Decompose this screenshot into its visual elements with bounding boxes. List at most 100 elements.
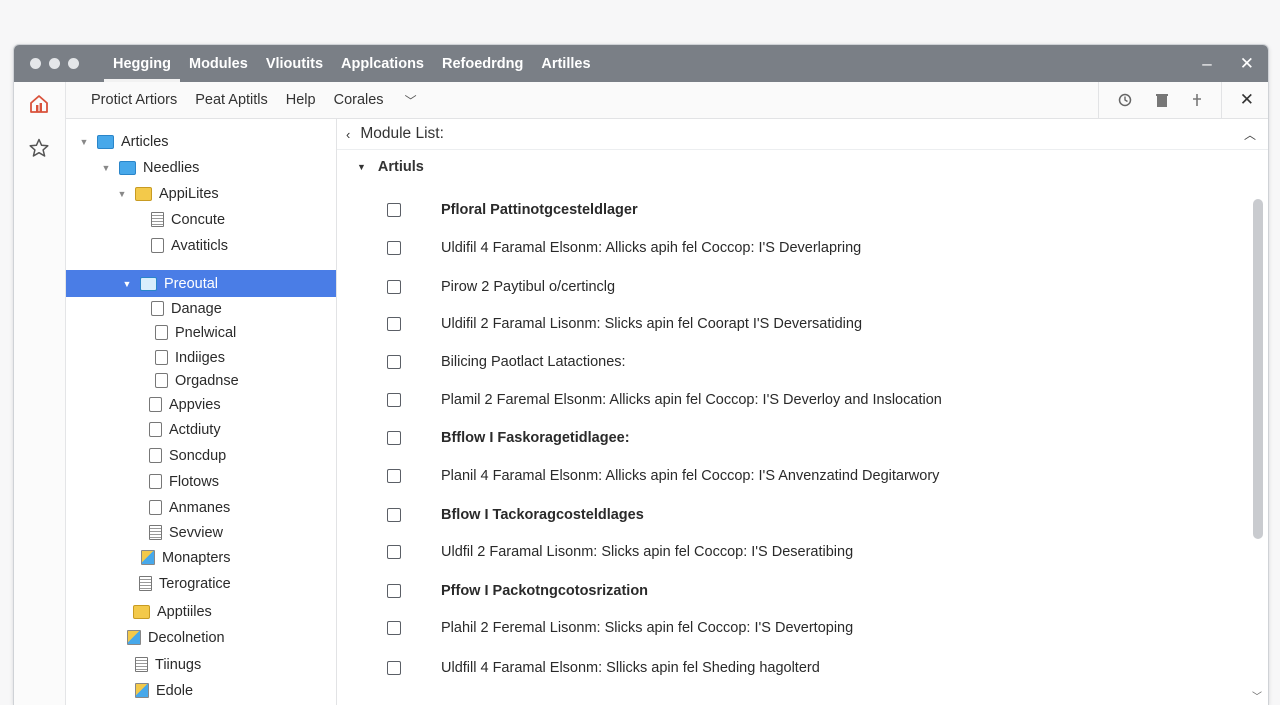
sidebar-item-indiiges[interactable]: Indiiges: [66, 345, 336, 370]
file-icon: [149, 448, 162, 463]
row-checkbox[interactable]: [387, 584, 401, 598]
sidebar-item-danage[interactable]: Danage: [66, 296, 336, 321]
menu-bar: Protict Artiors Peat Aptitls Help Corale…: [82, 92, 417, 109]
scrollbar[interactable]: [1252, 199, 1264, 539]
refresh-icon[interactable]: [1117, 92, 1133, 108]
sidebar-item-label: Orgadnse: [175, 372, 239, 389]
tree-twisty-icon[interactable]: ▼: [116, 189, 128, 199]
menu-item-peat-aptitls[interactable]: Peat Aptitls: [186, 92, 277, 108]
package-icon: [141, 550, 155, 565]
sidebar-item-appilites[interactable]: ▼ AppiLites: [66, 181, 336, 206]
sidebar-item-tiinugs[interactable]: Tiinugs: [66, 652, 336, 677]
sidebar-item-label: Preoutal: [164, 275, 219, 292]
sidebar-item-actdiuty[interactable]: Actdiuty: [66, 417, 336, 442]
window-close-dot[interactable]: [30, 58, 41, 69]
tree-twisty-icon[interactable]: ▼: [78, 137, 90, 147]
trash-icon[interactable]: [1155, 92, 1169, 108]
list-item: Pirow 2 Paytibul o/certinclg: [387, 274, 615, 300]
list-item-label: Uldfill 4 Faramal Elsonm: Sllicks apin f…: [441, 660, 820, 676]
folder-icon: [97, 134, 114, 149]
sidebar-item-label: Apptiiles: [157, 603, 212, 620]
sidebar-item-articles[interactable]: ▼ Articles: [66, 129, 336, 154]
file-icon: [155, 350, 168, 365]
row-checkbox[interactable]: [387, 661, 401, 675]
sidebar-item-label: Terograticе: [159, 575, 231, 592]
folder-icon: [135, 186, 152, 201]
toolbar-close-icon[interactable]: ✕: [1222, 90, 1268, 110]
pin-icon[interactable]: [1191, 92, 1203, 108]
list-item: Pfloral Pattinotgcesteldlager: [387, 197, 638, 223]
main-panel: ‹ Module List: ︿ ▼ Artiuls Pfloral Patti…: [337, 119, 1268, 705]
sidebar-item-monapters[interactable]: Monapters: [66, 545, 336, 570]
sidebar-item-flotows[interactable]: Flotows: [66, 469, 336, 494]
star-icon[interactable]: [28, 137, 50, 159]
tab-applcations[interactable]: Applcations: [332, 45, 433, 82]
row-checkbox[interactable]: [387, 241, 401, 255]
back-chevron-icon[interactable]: ‹: [346, 127, 350, 142]
tab-modules[interactable]: Modules: [180, 45, 257, 82]
row-checkbox[interactable]: [387, 469, 401, 483]
row-checkbox[interactable]: [387, 393, 401, 407]
sidebar-item-label: Indiiges: [175, 349, 225, 366]
tab-artilles[interactable]: Artilles: [532, 45, 599, 82]
module-list-header: ‹ Module List: ︿: [337, 119, 1268, 150]
list-item-label: Plahil 2 Feremal Lisonm: Slicks apin fel…: [441, 620, 854, 636]
tree-twisty-icon[interactable]: ▼: [100, 163, 112, 173]
sidebar-item-orgadnse[interactable]: Orgadnse: [66, 368, 336, 393]
list-item-label: Planil 4 Faramal Elsonm: Allicks apin fe…: [441, 468, 940, 484]
sidebar-item-label: Sevview: [169, 524, 223, 541]
row-checkbox[interactable]: [387, 280, 401, 294]
chevron-down-icon[interactable]: ﹀: [405, 92, 417, 109]
page-title: Module List:: [360, 125, 444, 142]
chevron-up-icon[interactable]: ︿: [1244, 126, 1256, 143]
file-icon: [155, 325, 168, 340]
tab-refoedrdng[interactable]: Refoedrdng: [433, 45, 532, 82]
menu-item-protict-artiors[interactable]: Protict Artiors: [82, 92, 186, 108]
window-zoom-dot[interactable]: [68, 58, 79, 69]
sidebar-item-preoutal[interactable]: ▼ Preoutal: [66, 270, 336, 297]
sidebar-item-decolnetion[interactable]: Decolnetion: [66, 625, 336, 650]
sidebar-item-anmanes[interactable]: Anmanes: [66, 495, 336, 520]
menu-item-corales[interactable]: Corales: [325, 92, 393, 108]
sidebar-item-avatiticls[interactable]: Avatiticls: [66, 233, 336, 258]
sidebar-item-apptiiles[interactable]: Apptiiles: [66, 599, 336, 624]
sidebar-item-label: Soncdup: [169, 447, 227, 464]
row-checkbox[interactable]: [387, 508, 401, 522]
sidebar-item-appvies[interactable]: Appvies: [66, 392, 336, 417]
list-item: Uldifil 2 Faramal Lisonm: Slicks apin fe…: [387, 311, 862, 337]
list-item-label: Bfflow I Faskoragetidlagee:: [441, 430, 630, 446]
sidebar-item-edole[interactable]: Edole: [66, 678, 336, 703]
section-toggle[interactable]: ▼ Artiuls: [357, 150, 1268, 184]
sidebar-item-label: Needlies: [143, 159, 200, 176]
home-icon[interactable]: [28, 93, 50, 115]
file-icon: [151, 301, 164, 316]
row-checkbox[interactable]: [387, 545, 401, 559]
close-icon[interactable]: ✕: [1240, 54, 1254, 74]
file-icon: [155, 373, 168, 388]
sidebar-item-concute[interactable]: Concute: [66, 207, 336, 232]
sidebar-item-needlies[interactable]: ▼ Needlies: [66, 155, 336, 180]
scroll-down-icon[interactable]: ﹀: [1252, 688, 1262, 703]
menu-item-help[interactable]: Help: [277, 92, 325, 108]
tree-twisty-icon[interactable]: ▼: [121, 279, 133, 289]
list-item-label: Uldifil 2 Faramal Lisonm: Slicks apin fe…: [441, 316, 863, 332]
row-checkbox[interactable]: [387, 203, 401, 217]
window-minimize-dot[interactable]: [49, 58, 60, 69]
tab-hegging[interactable]: Hegging: [104, 45, 180, 82]
sidebar-item-pnelwical[interactable]: Pnelwical: [66, 320, 336, 345]
scrollbar-thumb[interactable]: [1253, 199, 1263, 539]
row-checkbox[interactable]: [387, 317, 401, 331]
row-checkbox[interactable]: [387, 431, 401, 445]
package-icon: [135, 683, 149, 698]
row-checkbox[interactable]: [387, 355, 401, 369]
row-checkbox[interactable]: [387, 621, 401, 635]
file-icon: [149, 525, 162, 540]
tab-vlioutits[interactable]: Vlioutits: [257, 45, 332, 82]
sidebar-item-soncdup[interactable]: Soncdup: [66, 443, 336, 468]
sidebar-item-label: Decolnetion: [148, 629, 225, 646]
minimize-icon[interactable]: –: [1202, 54, 1211, 74]
sidebar-item-terograticе[interactable]: Terograticе: [66, 571, 336, 596]
sidebar-item-sevview[interactable]: Sevview: [66, 520, 336, 545]
sidebar-item-label: Actdiuty: [169, 421, 221, 438]
file-icon: [151, 212, 164, 227]
